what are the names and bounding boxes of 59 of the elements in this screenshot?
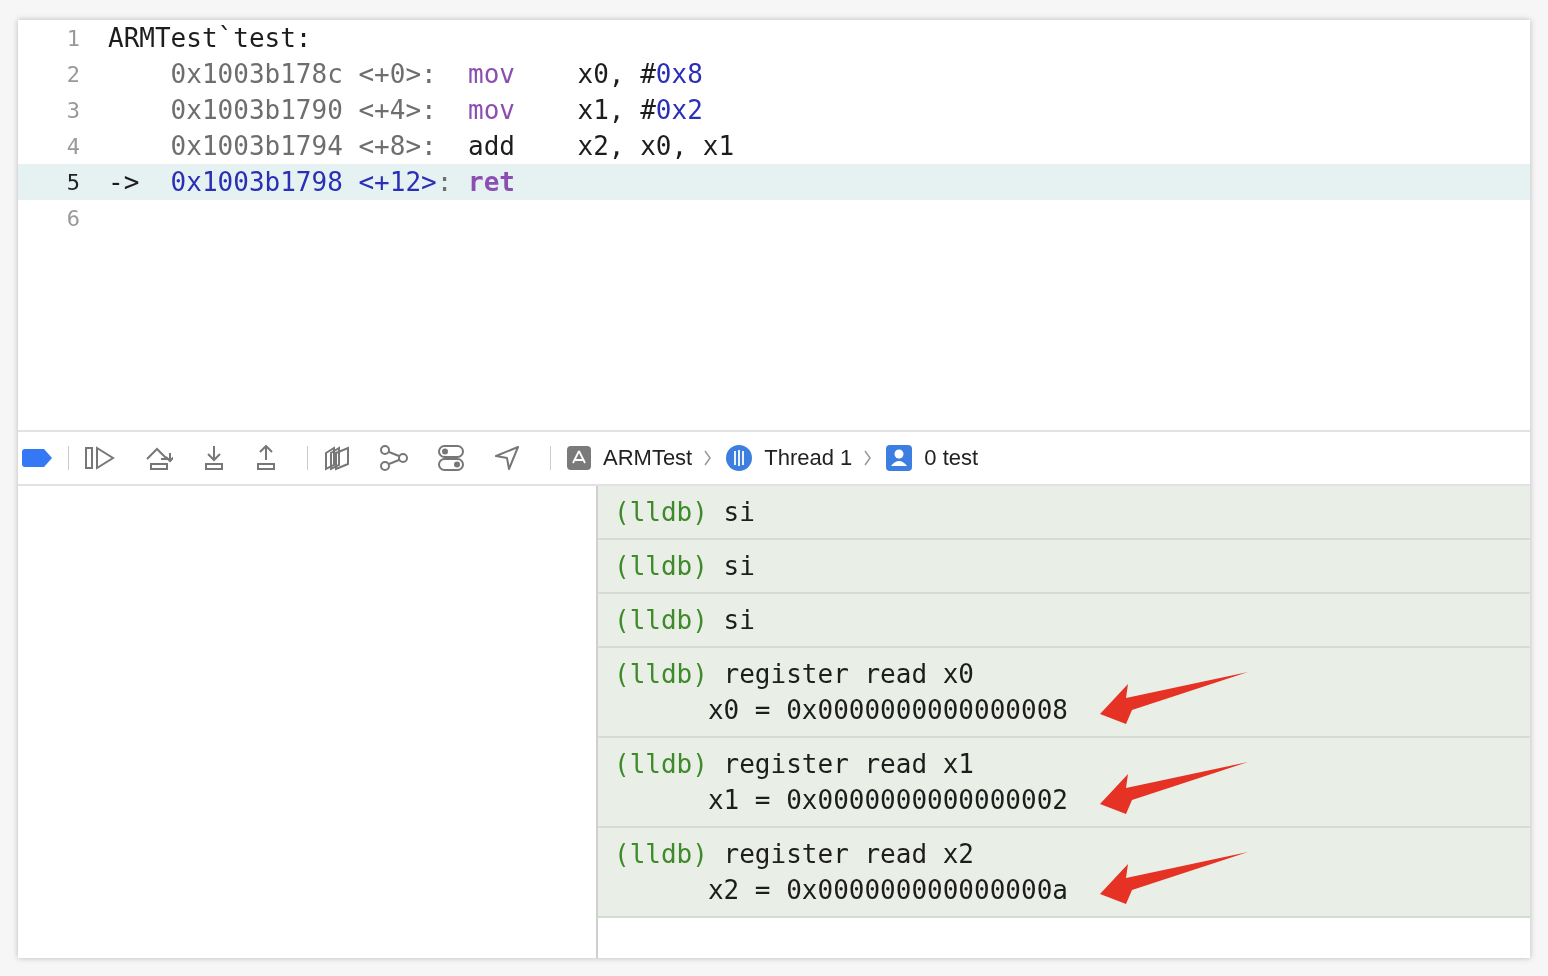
console-command: register read x2 xyxy=(723,839,974,869)
toggles-icon[interactable] xyxy=(438,445,464,471)
mnemonic: add xyxy=(468,131,515,161)
offset-colon: : xyxy=(421,59,437,89)
chevron-icon xyxy=(704,450,713,466)
person-icon xyxy=(886,445,913,471)
instruction-offset: <+8> xyxy=(358,131,422,161)
operands: x0, #0x8 xyxy=(577,59,703,89)
console-command: si xyxy=(723,497,755,527)
line-number: 5 xyxy=(65,169,81,195)
chevron-icon xyxy=(864,450,873,466)
lldb-prompt: (lldb) xyxy=(614,605,708,635)
line-number: 4 xyxy=(65,133,81,159)
mnemonic: ret xyxy=(468,167,515,197)
console-command: register read x0 xyxy=(723,659,974,689)
console-command: si xyxy=(723,551,755,581)
continue-icon[interactable] xyxy=(85,446,115,470)
line-number: 3 xyxy=(65,97,81,123)
step-into-icon[interactable] xyxy=(203,445,225,471)
mnemonic: mov xyxy=(468,59,515,89)
lldb-prompt: (lldb) xyxy=(614,497,708,527)
location-arrow-icon[interactable] xyxy=(494,445,520,471)
breadcrumb-item[interactable]: ARMTest xyxy=(603,445,693,471)
instruction-offset: <+12> xyxy=(358,167,437,197)
operands: x2, x0, x1 xyxy=(577,131,735,161)
step-out-icon[interactable] xyxy=(255,445,277,471)
mnemonic: mov xyxy=(468,95,515,125)
lldb-prompt: (lldb) xyxy=(614,659,708,689)
lldb-prompt: (lldb) xyxy=(614,839,708,869)
console-output: x2 = 0x000000000000000a xyxy=(707,875,1068,905)
lldb-prompt: (lldb) xyxy=(614,749,708,779)
line-number: 6 xyxy=(65,205,81,231)
console-command: register read x1 xyxy=(723,749,974,779)
instruction-offset: <+4> xyxy=(358,95,422,125)
offset-colon: : xyxy=(436,167,453,197)
operands: x1, #0x2 xyxy=(577,95,703,125)
step-over-icon[interactable] xyxy=(145,445,173,471)
breadcrumb-item[interactable]: 0 test xyxy=(924,445,979,471)
instruction-address: 0x1003b178c xyxy=(170,59,343,89)
lldb-prompt: (lldb) xyxy=(614,551,708,581)
breadcrumb-item[interactable]: Thread 1 xyxy=(764,445,853,471)
breakpoint-toggle[interactable] xyxy=(22,449,52,467)
thread-icon xyxy=(726,445,753,471)
instruction-address: 0x1003b1798 xyxy=(170,167,343,197)
instruction-offset: <+0> xyxy=(358,59,422,89)
line-number: 1 xyxy=(65,25,81,51)
app-icon xyxy=(567,446,591,470)
offset-colon: : xyxy=(421,95,437,125)
nodes-icon[interactable] xyxy=(380,445,408,471)
function-label: ARMTest`test: xyxy=(108,23,312,53)
console-command: si xyxy=(723,605,755,635)
console-output: x0 = 0x0000000000000008 xyxy=(707,695,1068,725)
instruction-address: 0x1003b1794 xyxy=(170,131,343,161)
line-number: 2 xyxy=(65,61,81,87)
instruction-address: 0x1003b1790 xyxy=(170,95,343,125)
current-line-marker: -> xyxy=(108,167,140,197)
console-output: x1 = 0x0000000000000002 xyxy=(707,785,1068,815)
layers-icon[interactable] xyxy=(324,445,350,471)
offset-colon: : xyxy=(421,131,437,161)
